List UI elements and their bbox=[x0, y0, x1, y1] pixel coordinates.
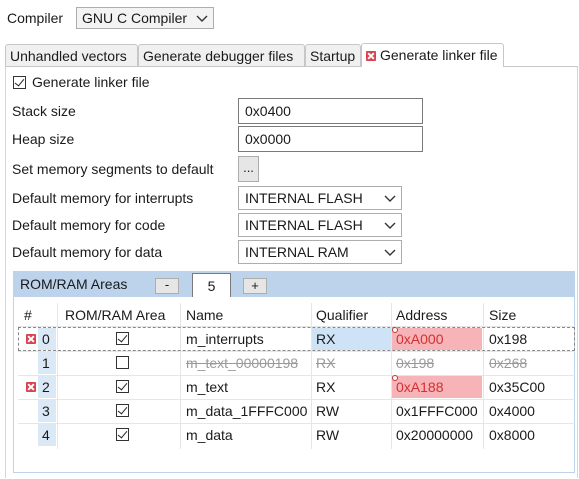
stack-size-field[interactable]: 0x0400 bbox=[238, 98, 423, 124]
row-num: 4 bbox=[42, 427, 50, 443]
column-header-area[interactable]: ROM/RAM Area bbox=[65, 303, 165, 327]
area-address[interactable]: 0x20000000 bbox=[396, 423, 473, 447]
area-size[interactable]: 0x198 bbox=[489, 327, 527, 351]
chevron-down-icon bbox=[196, 15, 208, 22]
default-data-value: INTERNAL RAM bbox=[245, 244, 349, 260]
add-area-button[interactable]: + bbox=[243, 278, 267, 294]
tab-unhandled-vectors[interactable]: Unhandled vectors bbox=[5, 44, 138, 66]
rom-ram-table-footer bbox=[13, 451, 575, 473]
area-name[interactable]: m_data bbox=[186, 423, 233, 447]
area-size[interactable]: 0x8000 bbox=[489, 423, 535, 447]
default-code-label: Default memory for code bbox=[12, 217, 166, 233]
tab-generate-linker-file[interactable]: Generate linker file bbox=[361, 43, 504, 67]
area-qualifier[interactable]: RX bbox=[316, 327, 335, 351]
heap-size-field[interactable]: 0x0000 bbox=[238, 126, 423, 152]
tab-label: Generate debugger files bbox=[143, 48, 294, 64]
default-interrupts-select[interactable]: INTERNAL FLASH bbox=[238, 186, 402, 210]
area-checkbox[interactable] bbox=[116, 380, 129, 393]
area-qualifier[interactable]: RX bbox=[316, 351, 335, 375]
area-qualifier[interactable]: RW bbox=[316, 423, 339, 447]
chevron-down-icon bbox=[384, 195, 396, 202]
area-address[interactable]: 0x198 bbox=[396, 351, 434, 375]
area-checkbox[interactable] bbox=[116, 356, 129, 369]
area-address[interactable]: 0xA188 bbox=[396, 375, 443, 399]
row-num: 0 bbox=[42, 331, 50, 347]
area-size[interactable]: 0x35C00 bbox=[489, 375, 545, 399]
remove-area-button[interactable]: - bbox=[155, 278, 179, 294]
column-divider bbox=[311, 303, 312, 449]
tab-label: Unhandled vectors bbox=[10, 48, 127, 64]
error-icon bbox=[366, 51, 376, 61]
column-header-size[interactable]: Size bbox=[489, 303, 516, 327]
rom-ram-areas-title: ROM/RAM Areas bbox=[20, 276, 128, 292]
stack-size-label: Stack size bbox=[12, 103, 76, 119]
memory-segments-label: Set memory segments to default bbox=[12, 161, 214, 177]
area-count-field[interactable]: 5 bbox=[192, 273, 231, 298]
area-qualifier[interactable]: RX bbox=[316, 375, 335, 399]
column-header-qualifier[interactable]: Qualifier bbox=[316, 303, 368, 327]
row-num: 1 bbox=[42, 355, 50, 371]
area-qualifier[interactable]: RW bbox=[316, 399, 339, 423]
column-header-address[interactable]: Address bbox=[396, 303, 447, 327]
error-icon bbox=[26, 382, 36, 392]
area-name[interactable]: m_interrupts bbox=[186, 327, 264, 351]
area-address[interactable]: 0x1FFFC000 bbox=[396, 399, 478, 423]
memory-segments-button[interactable]: ... bbox=[238, 156, 259, 182]
column-divider bbox=[483, 303, 484, 449]
chevron-down-icon bbox=[384, 249, 396, 256]
compiler-label: Compiler bbox=[7, 10, 64, 26]
area-name[interactable]: m_data_1FFFC000 bbox=[186, 399, 307, 423]
default-data-select[interactable]: INTERNAL RAM bbox=[238, 240, 402, 264]
area-address[interactable]: 0xA000 bbox=[396, 327, 443, 351]
column-divider bbox=[57, 303, 58, 449]
tab-generate-debugger-files[interactable]: Generate debugger files bbox=[138, 44, 305, 66]
tab-label: Generate linker file bbox=[380, 47, 498, 63]
error-icon bbox=[26, 334, 36, 344]
generate-linker-file-label: Generate linker file bbox=[32, 74, 150, 90]
column-header-name[interactable]: Name bbox=[186, 303, 223, 327]
generate-linker-file-checkbox[interactable] bbox=[13, 76, 26, 89]
area-checkbox[interactable] bbox=[116, 404, 129, 417]
default-code-value: INTERNAL FLASH bbox=[245, 217, 363, 233]
compiler-select-value: GNU C Compiler bbox=[82, 10, 188, 26]
heap-size-label: Heap size bbox=[12, 131, 75, 147]
tab-label: Startup bbox=[310, 48, 356, 64]
default-data-label: Default memory for data bbox=[12, 244, 163, 260]
area-name[interactable]: m_text bbox=[186, 375, 228, 399]
default-interrupts-label: Default memory for interrupts bbox=[12, 190, 194, 206]
row-num: 2 bbox=[42, 379, 50, 395]
default-code-select[interactable]: INTERNAL FLASH bbox=[238, 213, 402, 237]
column-divider bbox=[180, 303, 181, 449]
chevron-down-icon bbox=[384, 222, 396, 229]
area-checkbox[interactable] bbox=[116, 332, 129, 345]
column-header-num[interactable]: # bbox=[24, 303, 32, 327]
area-size[interactable]: 0x4000 bbox=[489, 399, 535, 423]
tab-startup[interactable]: Startup bbox=[305, 44, 361, 66]
compiler-select[interactable]: GNU C Compiler bbox=[76, 7, 214, 29]
area-checkbox[interactable] bbox=[116, 428, 129, 441]
area-name[interactable]: m_text_00000198 bbox=[186, 351, 298, 375]
row-num: 3 bbox=[42, 403, 50, 419]
default-interrupts-value: INTERNAL FLASH bbox=[245, 190, 363, 206]
area-size[interactable]: 0x268 bbox=[489, 351, 527, 375]
